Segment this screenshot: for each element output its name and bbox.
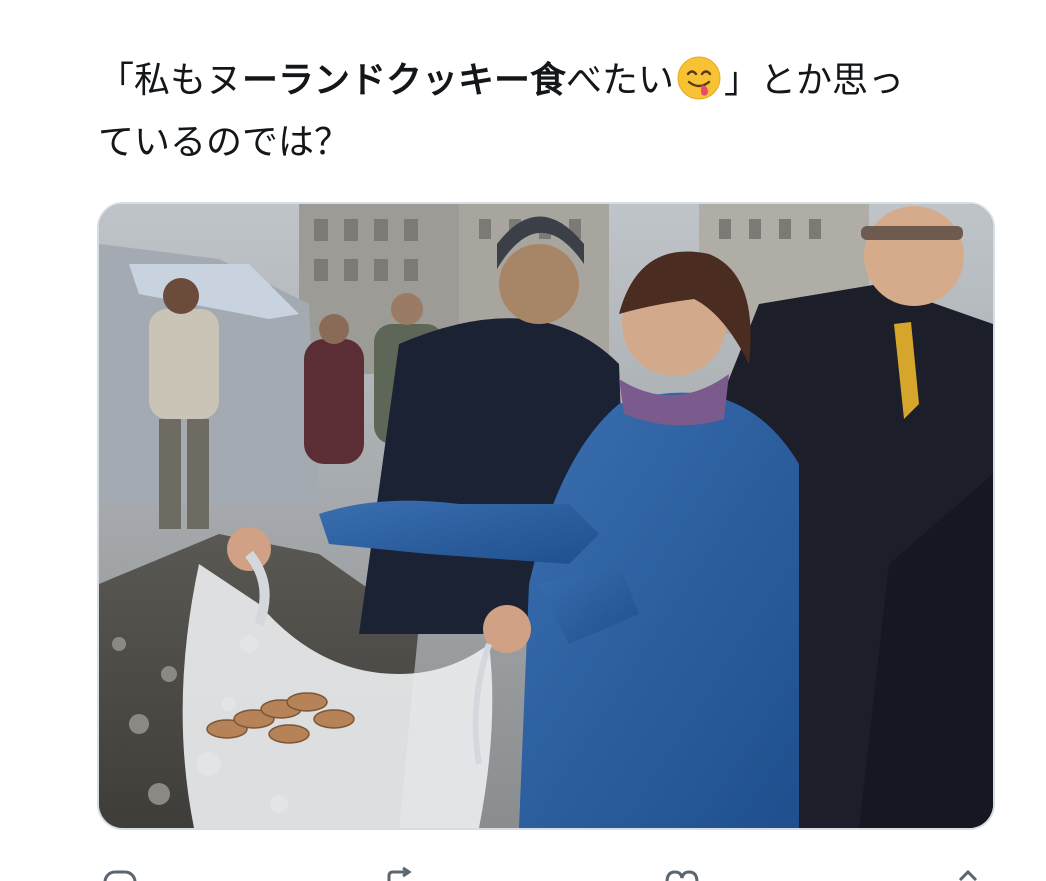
face-savoring-food-emoji — [676, 55, 722, 101]
tweet-text-bold: ーランドクッキー食 — [242, 60, 567, 101]
protest-photo — [99, 204, 993, 828]
tweet-text: 「私もヌーランドクッキー食べたい 」とか思っ ているのでは？ — [98, 50, 998, 174]
tweet-text-part2: べたい — [566, 60, 675, 101]
tweet-text-part3: 」とか思っ — [724, 60, 905, 101]
retweet-icon[interactable] — [383, 866, 423, 881]
like-icon[interactable] — [662, 866, 702, 881]
tweet-text-part1: 「私もヌ — [98, 60, 243, 101]
share-icon[interactable] — [948, 866, 988, 881]
tweet-photo[interactable] — [97, 202, 995, 830]
tweet-text-line2: ているのでは？ — [98, 122, 351, 163]
reply-icon[interactable] — [102, 866, 142, 881]
tweet-actions — [0, 866, 1046, 881]
